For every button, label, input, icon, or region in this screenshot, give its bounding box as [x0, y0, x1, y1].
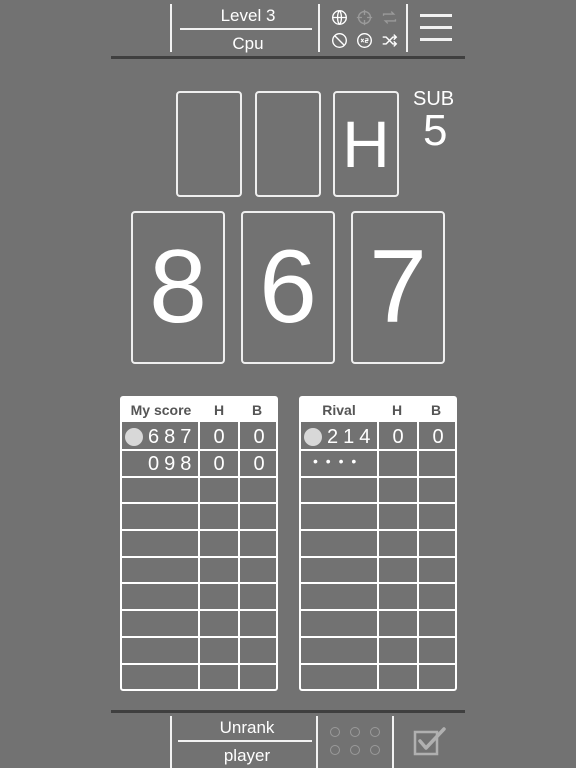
clue-slot-3: H	[333, 91, 399, 197]
number-card-3[interactable]: 7	[351, 211, 445, 364]
header-divider	[406, 4, 408, 52]
hit-value: 0	[213, 453, 225, 475]
number-card-1[interactable]: 8	[131, 211, 225, 364]
rival-hit-header: H	[391, 402, 403, 418]
checkbox-icon[interactable]	[413, 726, 447, 756]
number-card-2[interactable]: 6	[241, 211, 335, 364]
header-divider	[170, 4, 172, 52]
rival-score-header: Rival H B	[301, 398, 455, 422]
guess-value: 214	[327, 426, 376, 448]
footer-divider	[170, 716, 172, 768]
blow-value: 0	[432, 426, 444, 448]
half-circle-icon[interactable]	[331, 32, 348, 49]
guess-value: 098	[148, 453, 197, 475]
blow-value: 0	[253, 426, 265, 448]
footer-separator	[178, 740, 312, 742]
repeat-icon[interactable]	[381, 9, 398, 26]
hit-value: 0	[213, 426, 225, 448]
rival-badge-icon	[304, 428, 322, 446]
hit-value: 0	[392, 426, 404, 448]
shuffle-icon[interactable]	[381, 32, 398, 49]
my-hit-header: H	[213, 402, 225, 418]
rival-blow-header: B	[430, 402, 442, 418]
my-score-title: My score	[130, 402, 192, 418]
my-score-table: My score H B 687 0 0 098 0 0	[120, 396, 278, 691]
my-score-header: My score H B	[122, 398, 276, 422]
crosshair-icon[interactable]	[356, 9, 373, 26]
footer-divider	[316, 716, 318, 768]
sub-value: 5	[423, 106, 448, 155]
clue-slot-1	[176, 91, 242, 197]
guess-value: 687	[148, 426, 197, 448]
level-label: Level 3	[220, 6, 276, 25]
player-badge-icon	[125, 428, 143, 446]
header-separator	[180, 28, 312, 30]
clue-slot-2	[255, 91, 321, 197]
blow-value: 0	[253, 453, 265, 475]
role-label: player	[223, 746, 271, 765]
globe-icon[interactable]	[331, 9, 348, 26]
opponent-label: Cpu	[232, 34, 264, 53]
my-blow-header: B	[251, 402, 263, 418]
pending-guess: • • • •	[313, 453, 359, 469]
footer-divider	[392, 716, 394, 768]
x2-icon[interactable]	[356, 32, 373, 49]
header-bottom-border	[111, 56, 465, 59]
header-divider	[318, 4, 320, 52]
rank-label: Unrank	[219, 718, 275, 737]
footer-top-border	[111, 710, 465, 713]
rival-score-table: Rival H B 214 0 0 • • • •	[299, 396, 457, 691]
rival-title: Rival	[322, 402, 356, 418]
